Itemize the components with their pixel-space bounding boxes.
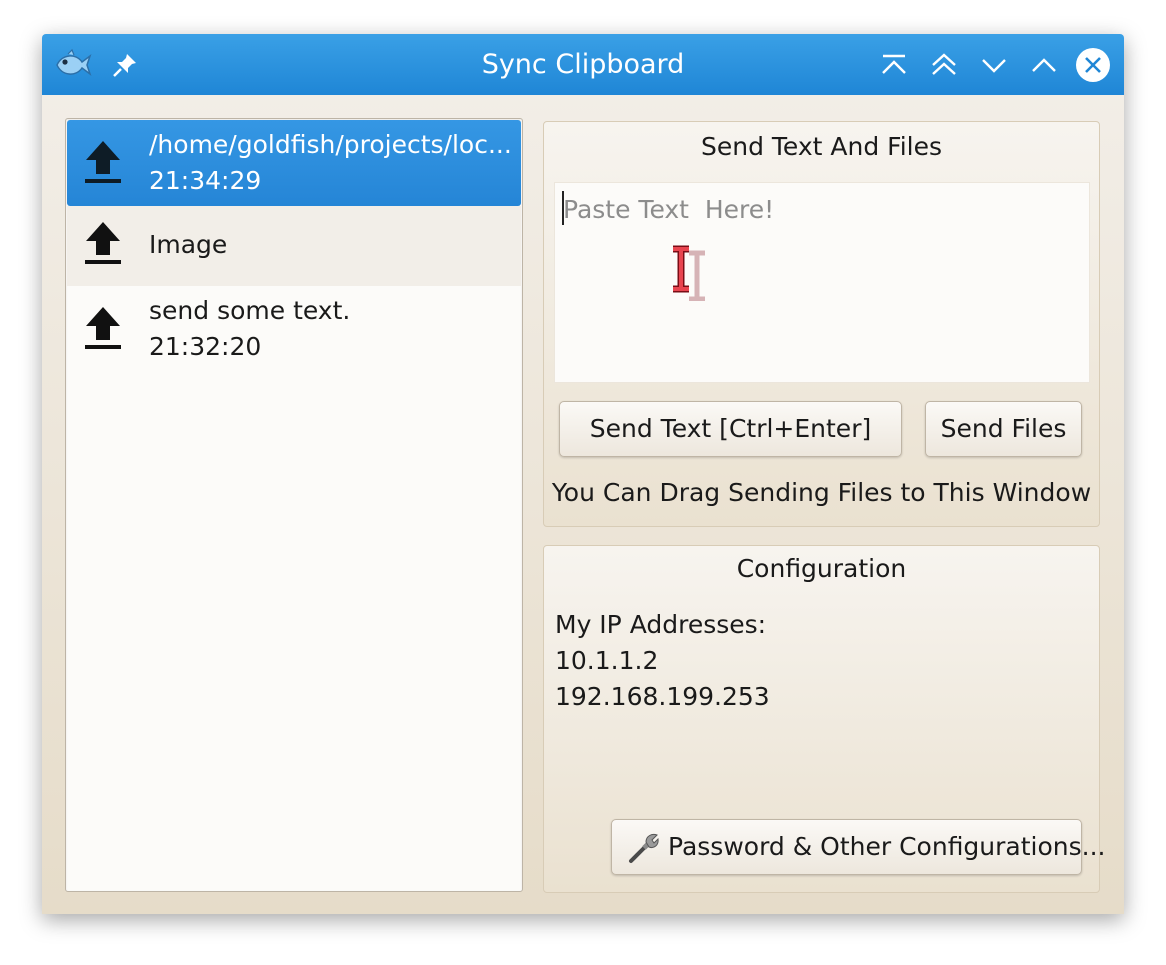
- ip-address: 10.1.1.2: [555, 646, 659, 675]
- history-item-title: send some text.: [149, 296, 351, 325]
- upload-icon: [83, 138, 123, 188]
- shade-icon[interactable]: [926, 47, 962, 83]
- paste-text-placeholder: Paste Text Here!: [563, 195, 775, 224]
- history-item[interactable]: send some text. 21:32:20: [67, 286, 521, 372]
- settings-button-label: Password & Other Configurations...: [668, 832, 1106, 861]
- send-group-title: Send Text And Files: [700, 132, 943, 161]
- send-files-button[interactable]: Send Files: [925, 401, 1082, 457]
- minimize-icon[interactable]: [976, 47, 1012, 83]
- history-item-time: 21:32:20: [149, 332, 262, 361]
- history-item-title: Image: [149, 230, 228, 259]
- pin-icon[interactable]: [108, 48, 142, 82]
- history-item-time: 21:34:29: [149, 166, 262, 195]
- ip-address: 192.168.199.253: [555, 682, 770, 711]
- history-item[interactable]: Image: [67, 206, 521, 286]
- upload-icon: [83, 219, 123, 269]
- ip-heading: My IP Addresses:: [555, 610, 767, 639]
- close-icon[interactable]: [1076, 48, 1110, 82]
- paste-text-input[interactable]: Paste Text Here!: [554, 182, 1090, 383]
- upload-icon: [83, 304, 123, 354]
- text-cursor-icon: [669, 245, 709, 305]
- maximize-icon[interactable]: [1026, 47, 1062, 83]
- config-group-title: Configuration: [736, 554, 907, 583]
- app-window: Sync Clipboard /home/goldfish/projects/l…: [42, 34, 1124, 914]
- drag-hint: You Can Drag Sending Files to This Windo…: [551, 478, 1092, 507]
- goldfish-icon[interactable]: [54, 48, 92, 82]
- history-item[interactable]: /home/goldfish/projects/loc... 21:34:29: [67, 120, 521, 206]
- config-group: Configuration My IP Addresses: 10.1.1.2 …: [543, 545, 1106, 893]
- history-item-title: /home/goldfish/projects/loc...: [149, 130, 512, 159]
- history-list[interactable]: /home/goldfish/projects/loc... 21:34:29 …: [65, 118, 523, 892]
- keep-above-icon[interactable]: [876, 47, 912, 83]
- wrench-icon: [626, 830, 660, 864]
- settings-button[interactable]: Password & Other Configurations...: [611, 819, 1106, 875]
- title-bar[interactable]: Sync Clipboard: [42, 34, 1124, 95]
- send-group: Send Text And Files Paste Text Here! Sen…: [543, 121, 1100, 527]
- send-text-button[interactable]: Send Text [Ctrl+Enter]: [559, 401, 902, 457]
